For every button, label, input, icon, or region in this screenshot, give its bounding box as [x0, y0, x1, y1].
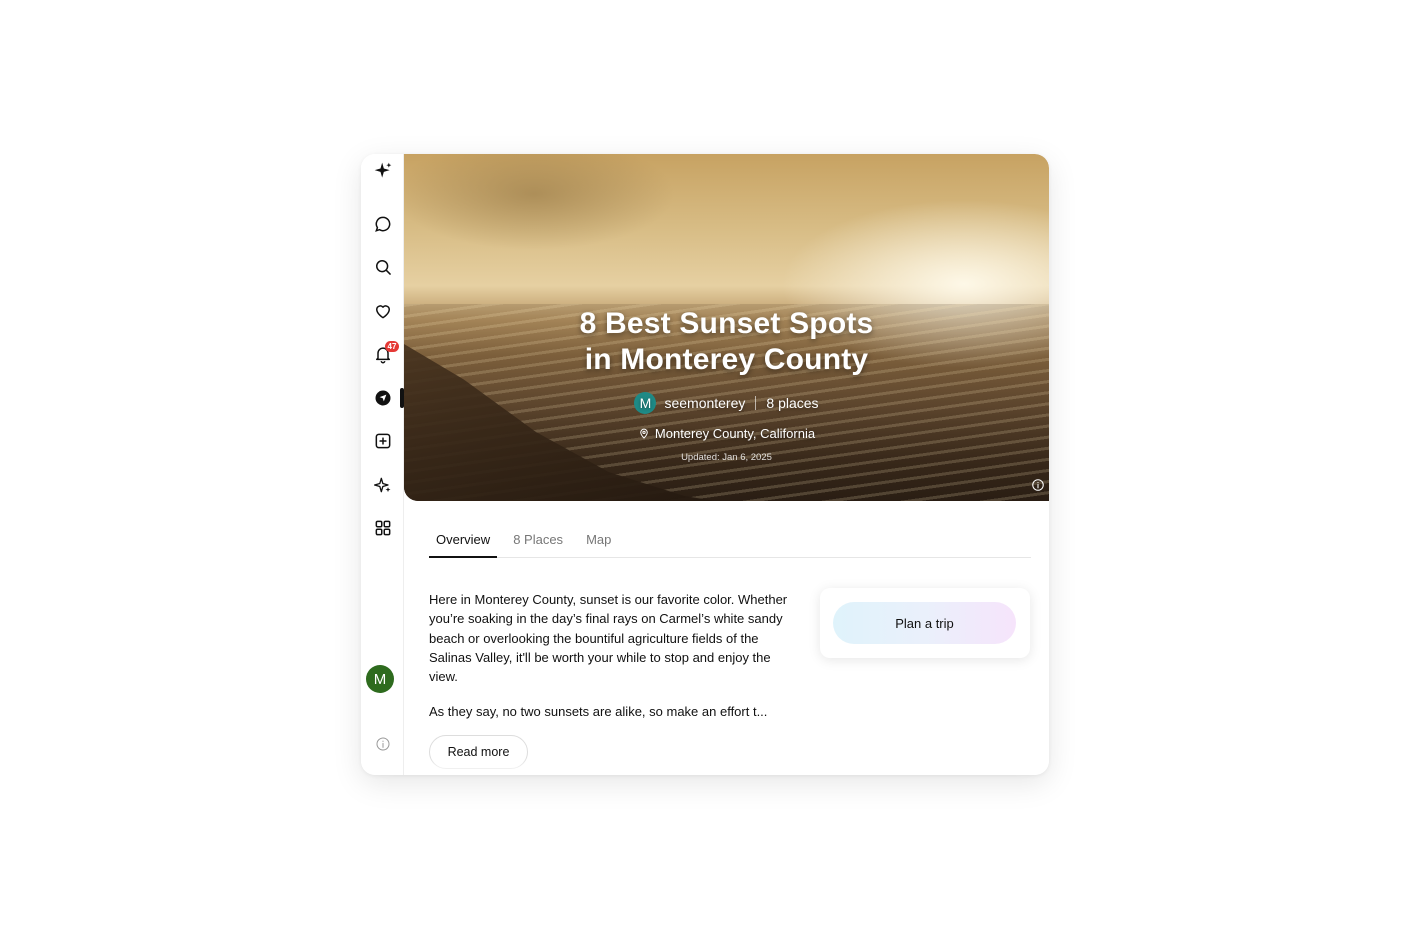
hero-location: Monterey County, California: [404, 426, 1049, 441]
add-square-icon[interactable]: [368, 426, 398, 456]
sparkles-icon[interactable]: [368, 470, 398, 500]
navigate-icon[interactable]: [368, 383, 398, 413]
plan-trip-button[interactable]: Plan a trip: [833, 602, 1016, 644]
meta-divider: [755, 396, 757, 410]
location-pin-icon: [640, 428, 648, 439]
updated-date: Updated: Jan 6, 2025: [681, 452, 772, 463]
search-icon[interactable]: [368, 252, 398, 282]
tab-bar: Overview 8 Places Map: [429, 532, 1031, 558]
main-content: 8 Best Sunset Spots in Monterey County M…: [404, 154, 1049, 775]
tab-map[interactable]: Map: [579, 532, 618, 557]
hero-meta: M seemonterey 8 places: [404, 392, 1049, 414]
heart-icon[interactable]: [368, 296, 398, 326]
chat-icon[interactable]: [368, 209, 398, 239]
overview-description: Here in Monterey County, sunset is our f…: [429, 590, 799, 722]
hero-image: 8 Best Sunset Spots in Monterey County M…: [404, 154, 1049, 501]
scroll-fade: [404, 757, 1049, 775]
bell-icon[interactable]: 47: [368, 339, 399, 369]
author-link[interactable]: seemonterey: [664, 395, 745, 411]
description-paragraph-2: As they say, no two sunsets are alike, s…: [429, 704, 768, 720]
plan-trip-card: Plan a trip: [820, 588, 1030, 658]
tab-overview[interactable]: Overview: [429, 532, 498, 558]
sparkle-logo-icon[interactable]: [368, 156, 398, 186]
sidebar: 47 M: [361, 154, 404, 775]
grid-icon[interactable]: [368, 513, 398, 543]
places-count[interactable]: 8 places: [766, 395, 818, 411]
description-paragraph-1: Here in Monterey County, sunset is our f…: [429, 592, 788, 685]
image-info-icon[interactable]: [1031, 478, 1045, 492]
tab-places[interactable]: 8 Places: [506, 532, 570, 557]
notification-badge: 47: [385, 341, 399, 352]
author-avatar[interactable]: M: [634, 392, 657, 414]
location-text: Monterey County, California: [654, 426, 816, 441]
info-icon[interactable]: [368, 729, 398, 759]
avatar[interactable]: M: [366, 665, 394, 693]
app-window: 47 M 8 Best Sunset Spots in Monterey Cou…: [361, 154, 1049, 775]
hero-content: 8 Best Sunset Spots in Monterey County M…: [404, 306, 1049, 463]
page-title: 8 Best Sunset Spots in Monterey County: [579, 307, 874, 376]
